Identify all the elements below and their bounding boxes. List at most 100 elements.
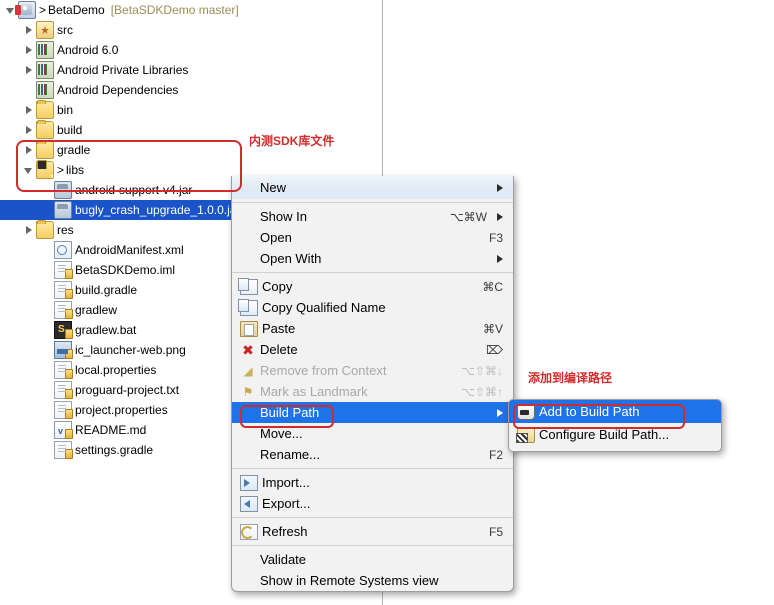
- menu-item-label: Show in Remote Systems view: [260, 573, 439, 588]
- menu-item[interactable]: Import...: [232, 472, 513, 493]
- folder-icon: [36, 100, 54, 119]
- paste-icon: [240, 320, 258, 337]
- tree-row-label: project.properties: [75, 403, 168, 417]
- tree-row-label: build.gradle: [75, 283, 138, 297]
- chevron-right-icon[interactable]: [24, 45, 35, 56]
- submenu-item[interactable]: Add to Build Path: [509, 400, 721, 423]
- menu-item[interactable]: ✖ Delete ⌦: [232, 339, 513, 360]
- file-icon: [54, 381, 73, 399]
- landmark-icon: ⚑: [242, 384, 254, 399]
- menu-item-label: Show In: [260, 209, 307, 224]
- tree-row-label: proguard-project.txt: [75, 383, 180, 397]
- tree-dirty-prefix: >: [39, 3, 47, 17]
- menu-item-label: Paste: [262, 321, 296, 336]
- menu-item[interactable]: Export...: [232, 493, 513, 514]
- build-path-submenu[interactable]: Add to Build Path Configure Build Path...: [508, 399, 722, 452]
- tree-row[interactable]: Android Private Libraries: [0, 60, 382, 80]
- menu-item[interactable]: Paste ⌘V: [232, 318, 513, 339]
- menu-item-shortcut: ⌘C: [482, 279, 503, 294]
- menu-item-label: Import...: [262, 475, 310, 490]
- chevron-right-icon[interactable]: [24, 225, 35, 236]
- menu-separator: [232, 202, 513, 203]
- file-icon: [54, 301, 73, 319]
- jar-icon: [54, 201, 72, 219]
- file-icon: [54, 261, 73, 279]
- tree-row[interactable]: src: [0, 20, 382, 40]
- menu-item[interactable]: Show In ⌥⌘W: [232, 206, 513, 227]
- chevron-right-icon[interactable]: [24, 25, 35, 36]
- tree-row[interactable]: > BetaDemo [BetaSDKDemo master]: [0, 0, 382, 20]
- folder-icon: [36, 220, 54, 239]
- menu-item[interactable]: Open With: [232, 248, 513, 269]
- menu-item[interactable]: Validate: [232, 549, 513, 570]
- menu-separator: [232, 545, 513, 546]
- menu-item[interactable]: ◢ Remove from Context ⌥⇧⌘↓: [232, 360, 513, 381]
- project-icon: [15, 1, 36, 19]
- tree-row-label: ic_launcher-web.png: [75, 343, 186, 357]
- chevron-right-icon[interactable]: [24, 65, 35, 76]
- menu-item-label: Remove from Context: [260, 363, 387, 378]
- file-icon: [54, 441, 73, 459]
- tree-row-label: build: [57, 123, 83, 137]
- tree-row-label: gradlew.bat: [75, 323, 137, 337]
- md-file-icon: [54, 421, 73, 441]
- menu-item[interactable]: Copy Qualified Name: [232, 297, 513, 318]
- menu-item-shortcut: F2: [488, 447, 503, 462]
- menu-separator: [232, 272, 513, 273]
- menu-item[interactable]: Build Path: [232, 402, 513, 423]
- tree-row[interactable]: Android 6.0: [0, 40, 382, 60]
- menu-item-label: Move...: [260, 426, 303, 441]
- add-build-path-icon: [517, 403, 535, 420]
- menu-icon: [240, 181, 256, 195]
- tree-row-label: Android Private Libraries: [57, 63, 189, 77]
- annotation-label-add-to-build-path: 添加到编译路径: [528, 371, 613, 385]
- submenu-item[interactable]: Configure Build Path...: [509, 423, 721, 446]
- menu-item-shortcut: ⌘V: [482, 321, 503, 336]
- file-icon: [54, 401, 73, 419]
- menu-item[interactable]: Refresh F5: [232, 521, 513, 542]
- library-icon: [36, 41, 54, 59]
- menu-item-label: Validate: [260, 552, 307, 567]
- source-folder-icon: [36, 21, 54, 39]
- tree-row[interactable]: Android Dependencies: [0, 80, 382, 100]
- file-icon: [54, 281, 73, 299]
- chevron-right-icon[interactable]: [24, 105, 35, 116]
- remove-context-icon: ◢: [243, 363, 253, 378]
- menu-item-label: Refresh: [262, 524, 308, 539]
- tree-row[interactable]: bin: [0, 100, 382, 120]
- chevron-right-icon[interactable]: [24, 145, 35, 156]
- tree-row-label: bin: [57, 103, 74, 117]
- menu-item-label: New: [260, 180, 287, 195]
- menu-item[interactable]: Show in Remote Systems view: [232, 570, 513, 591]
- menu-item[interactable]: New: [232, 176, 513, 199]
- menu-item[interactable]: Copy ⌘C: [232, 276, 513, 297]
- tree-row-label: src: [57, 23, 73, 37]
- menu-item-label: Open: [260, 230, 292, 245]
- library-icon: [36, 61, 54, 79]
- file-icon: [54, 361, 73, 379]
- dirty-marker-icon: [15, 5, 21, 15]
- menu-item[interactable]: Open F3: [232, 227, 513, 248]
- submenu-arrow-icon: [497, 408, 503, 417]
- menu-item-label: Copy Qualified Name: [262, 300, 386, 315]
- menu-item[interactable]: ⚑ Mark as Landmark ⌥⇧⌘↑: [232, 381, 513, 402]
- tree-row-label: res: [57, 223, 74, 237]
- menu-item[interactable]: Rename... F2: [232, 444, 513, 465]
- submenu-item-label: Configure Build Path...: [539, 427, 670, 442]
- context-menu[interactable]: New Show In ⌥⌘W Open F3 Open With Copy ⌘C Copy Q…: [231, 176, 514, 592]
- menu-item[interactable]: Move...: [232, 423, 513, 444]
- chevron-down-icon[interactable]: [24, 165, 35, 176]
- tree-row-label: BetaDemo: [48, 3, 105, 17]
- chevron-right-icon[interactable]: [24, 125, 35, 136]
- export-icon: [240, 495, 258, 512]
